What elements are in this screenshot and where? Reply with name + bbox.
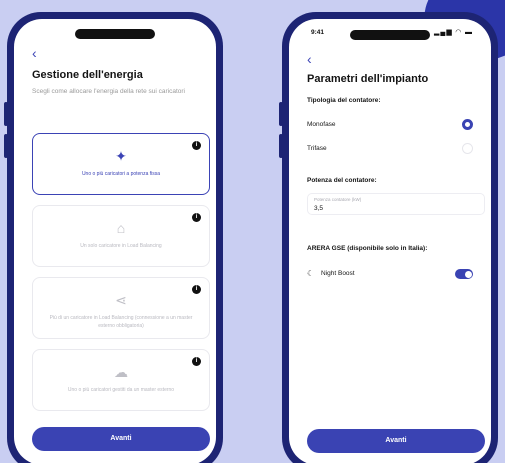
next-button[interactable]: Avanti xyxy=(32,427,210,451)
info-icon[interactable]: i xyxy=(192,285,201,294)
arera-label: ARERA GSE (disponibile solo in Italia): xyxy=(307,245,428,252)
power-field-label: Potenza contatore (kW) xyxy=(314,197,362,202)
info-icon[interactable]: i xyxy=(192,141,201,150)
card-label: Più di un caricatore in Load Balancing (… xyxy=(49,315,193,329)
next-button[interactable]: Avanti xyxy=(307,429,485,453)
right-phone: 9:41 ▂▄▆ ◠ ▬ ‹ Parametri dell'impianto T… xyxy=(279,12,498,463)
side-button xyxy=(4,134,8,158)
chevron-left-icon: ‹ xyxy=(32,45,37,61)
page-title: Gestione dell'energia xyxy=(32,69,143,81)
option-card-external-master[interactable]: i ☁ Uno o più caricatori gestiti da un m… xyxy=(32,349,210,411)
moon-icon: ☾ xyxy=(307,269,315,278)
side-button xyxy=(279,102,283,126)
left-phone: ‹ Gestione dell'energia Scegli come allo… xyxy=(4,12,223,463)
back-button[interactable]: ‹ xyxy=(307,51,312,67)
option-monofase-label: Monofase xyxy=(307,121,336,128)
page-title: Parametri dell'impianto xyxy=(307,73,429,85)
side-button xyxy=(4,102,8,126)
info-icon[interactable]: i xyxy=(192,213,201,222)
night-boost-label: Night Boost xyxy=(321,270,355,277)
right-screen: 9:41 ▂▄▆ ◠ ▬ ‹ Parametri dell'impianto T… xyxy=(289,19,491,463)
radio-trifase[interactable] xyxy=(462,143,473,154)
signal-wifi-battery-icons: ▂▄▆ ◠ ▬ xyxy=(434,29,473,36)
side-button xyxy=(279,134,283,158)
notch xyxy=(350,30,430,40)
option-card-multi-load-balancing[interactable]: i ⋖ Più di un caricatore in Load Balanci… xyxy=(32,277,210,339)
power-input[interactable]: Potenza contatore (kW) 3,5 xyxy=(307,193,485,215)
page-subtitle: Scegli come allocare l'energia della ret… xyxy=(32,88,185,95)
meter-type-label: Tipologia del contatore: xyxy=(307,97,381,104)
card-label: Un solo caricatore in Load Balancing xyxy=(80,243,162,249)
power-label: Potenza del contatore: xyxy=(307,177,377,184)
notch xyxy=(75,29,155,39)
power-field-value: 3,5 xyxy=(314,205,324,212)
cloud-icon: ☁ xyxy=(114,364,128,380)
left-screen: ‹ Gestione dell'energia Scegli come allo… xyxy=(14,19,216,463)
pin-icon: ✦ xyxy=(115,148,127,164)
info-icon[interactable]: i xyxy=(192,357,201,366)
back-button[interactable]: ‹ xyxy=(32,45,37,61)
option-trifase-label: Trifase xyxy=(307,145,327,152)
share-icon: ⋖ xyxy=(115,292,127,308)
chevron-left-icon: ‹ xyxy=(307,51,312,67)
house-icon: ⌂ xyxy=(116,220,126,236)
option-card-single-load-balancing[interactable]: i ⌂ Un solo caricatore in Load Balancing xyxy=(32,205,210,267)
night-boost-toggle[interactable] xyxy=(455,269,473,279)
card-label: Uno o più caricatori a potenza fissa xyxy=(81,171,161,177)
option-card-fixed-power[interactable]: i ✦ Uno o più caricatori a potenza fissa xyxy=(32,133,210,195)
radio-monofase[interactable] xyxy=(462,119,473,130)
card-label: Uno o più caricatori gestiti da un maste… xyxy=(67,387,175,393)
status-time: 9:41 xyxy=(311,29,325,36)
